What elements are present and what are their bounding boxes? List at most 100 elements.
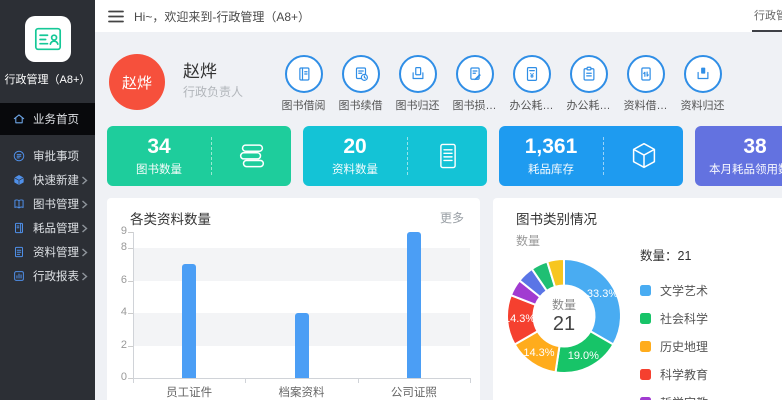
y-axis-tick (128, 346, 133, 347)
y-axis-tick-label: 4 (99, 306, 127, 318)
bar-report-icon (12, 269, 26, 283)
chevron-right-icon (81, 248, 88, 257)
tab-admin-management[interactable]: 行政管理（A8+） (754, 0, 782, 32)
stat-card-materials: 20 资料数量 (303, 126, 487, 186)
books-stack-icon (235, 139, 269, 173)
x-axis-tick (133, 378, 134, 383)
sidebar: 行政管理（A8+） 业务首页 审批事项 快速新建 (0, 0, 95, 400)
book-renew-icon (352, 65, 370, 83)
bar-chart-plot: 024689员工证件档案资料公司证照 (133, 232, 470, 378)
app-title: 行政管理（A8+） (0, 71, 95, 87)
pie-slice-percent-label: 33.3% (587, 288, 618, 300)
box-icon (627, 139, 661, 173)
x-axis-line (133, 378, 470, 379)
quick-action-office-supplies-list[interactable]: 办公耗… (560, 55, 617, 113)
sidebar-item-business-home[interactable]: 业务首页 (0, 103, 95, 135)
circle-outline (627, 55, 665, 93)
sidebar-item-label: 耗品管理 (33, 220, 79, 236)
quick-action-book-damage[interactable]: 图书损… (446, 55, 503, 113)
notebook-icon (432, 140, 464, 172)
hamburger-menu-icon[interactable] (108, 10, 124, 23)
sidebar-item-supplies-management[interactable]: 耗品管理 (0, 216, 95, 240)
admin-dashboard: 行政管理（A8+） 业务首页 审批事项 快速新建 (0, 0, 782, 400)
quick-action-material-return[interactable]: 资料归还 (674, 55, 731, 113)
sidebar-item-admin-reports[interactable]: 行政报表 (0, 264, 95, 288)
x-axis-label: 公司证照 (374, 384, 454, 400)
material-borrow-icon (637, 65, 655, 83)
quick-action-book-return[interactable]: 图书归还 (389, 55, 446, 113)
circle-outline (399, 55, 437, 93)
cube-icon (12, 173, 26, 187)
circle-outline (285, 55, 323, 93)
donut-center-value: 21 (552, 313, 576, 336)
quick-action-office-supplies-cost[interactable]: ¥ 办公耗… (503, 55, 560, 113)
sidebar-item-quick-create[interactable]: 快速新建 (0, 168, 95, 192)
supplies-file-icon (12, 221, 26, 235)
user-name: 赵烨 (183, 57, 217, 82)
stat-value: 1,361 (499, 135, 603, 158)
sidebar-item-label: 资料管理 (33, 244, 79, 260)
legend-header: 数量：21 (640, 245, 708, 264)
legend-item-历史地理[interactable]: 历史地理 (640, 340, 708, 352)
top-bar: Hi~，欢迎来到-行政管理（A8+） 行政管理（A8+） (95, 0, 782, 32)
stat-value: 34 (107, 135, 211, 158)
y-axis-line (133, 232, 134, 378)
legend-label: 哲学宗教 (660, 394, 708, 400)
more-link[interactable]: 更多 (440, 209, 464, 226)
quick-action-material-borrow[interactable]: 资料借… (617, 55, 674, 113)
circle-outline (684, 55, 722, 93)
book-borrow-icon (295, 65, 313, 83)
y-axis-tick-label: 6 (99, 274, 127, 286)
quick-action-book-borrow[interactable]: 图书借阅 (275, 55, 332, 113)
y-axis-tick (128, 313, 133, 314)
legend-swatch-icon (640, 369, 651, 380)
quick-action-label: 办公耗… (510, 97, 554, 113)
sidebar-item-label: 快速新建 (33, 172, 79, 188)
pie-legend: 数量：21 文学艺术社会科学历史地理科学教育哲学宗教 (640, 245, 708, 400)
stat-label: 资料数量 (303, 161, 407, 177)
legend-swatch-icon (640, 285, 651, 296)
materials-bar-chart-panel: 各类资料数量 更多 024689员工证件档案资料公司证照 (107, 198, 480, 400)
stat-value: 20 (303, 135, 407, 158)
sidebar-item-approvals[interactable]: 审批事项 (0, 144, 95, 168)
approval-icon (12, 149, 26, 163)
chevron-right-icon (81, 200, 88, 209)
x-axis-label: 员工证件 (149, 384, 229, 400)
legend-item-社会科学[interactable]: 社会科学 (640, 312, 708, 324)
office-list-icon (580, 65, 598, 83)
chevron-right-icon (81, 176, 88, 185)
legend-swatch-icon (640, 341, 651, 352)
x-axis-tick (470, 378, 471, 383)
legend-item-科学教育[interactable]: 科学教育 (640, 368, 708, 380)
y-axis-tick-label: 8 (99, 241, 127, 253)
book-return-icon (409, 65, 427, 83)
quick-action-label: 图书续借 (339, 97, 383, 113)
book-damage-icon (466, 65, 484, 83)
stat-label: 本月耗品领用数量 (695, 161, 782, 177)
chevron-right-icon (81, 272, 88, 281)
legend-item-哲学宗教[interactable]: 哲学宗教 (640, 396, 708, 400)
avatar: 赵烨 (109, 54, 165, 110)
stat-label: 耗品库存 (499, 161, 603, 177)
svg-text:¥: ¥ (530, 72, 534, 80)
y-axis-tick (128, 248, 133, 249)
y-axis-tick-label: 0 (99, 371, 127, 383)
office-cost-icon: ¥ (523, 65, 541, 83)
stat-card-monthly-usage: 38 本月耗品领用数量 (695, 126, 782, 186)
panel-subtitle: 数量 (516, 232, 540, 249)
bar-员工证件 (182, 264, 196, 378)
sidebar-item-label: 图书管理 (33, 196, 79, 212)
sidebar-item-label: 业务首页 (33, 111, 79, 127)
stat-value: 38 (695, 135, 782, 158)
sidebar-item-materials-management[interactable]: 资料管理 (0, 240, 95, 264)
x-axis-tick (245, 378, 246, 383)
legend-item-文学艺术[interactable]: 文学艺术 (640, 284, 708, 296)
quick-action-label: 图书归还 (396, 97, 440, 113)
material-return-icon (694, 65, 712, 83)
welcome-text: Hi~，欢迎来到-行政管理（A8+） (134, 8, 310, 25)
quick-action-book-renew[interactable]: 图书续借 (332, 55, 389, 113)
circle-outline (342, 55, 380, 93)
stat-cards: 34 图书数量 20 资料数量 (107, 126, 782, 186)
circle-outline (456, 55, 494, 93)
sidebar-item-book-management[interactable]: 图书管理 (0, 192, 95, 216)
